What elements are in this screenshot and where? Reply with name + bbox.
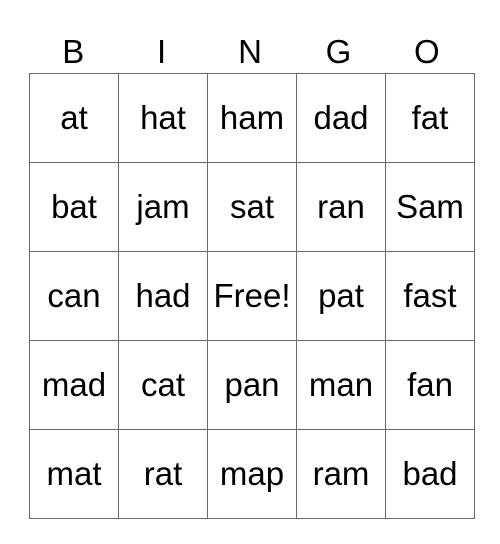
bingo-cell[interactable]: Sam: [385, 162, 475, 252]
bingo-cell[interactable]: bat: [29, 162, 119, 252]
header-letter: B: [62, 33, 85, 70]
grid-row: can had Free! pat fast: [29, 251, 475, 341]
bingo-cell[interactable]: man: [296, 340, 386, 430]
grid-row: mat rat map ram bad: [29, 429, 475, 519]
header-letter: O: [413, 33, 440, 70]
bingo-cell[interactable]: dad: [296, 73, 386, 163]
bingo-cell[interactable]: mad: [29, 340, 119, 430]
header-letter: N: [238, 33, 262, 70]
bingo-cell[interactable]: map: [207, 429, 297, 519]
grid-row: at hat ham dad fat: [29, 73, 475, 163]
header-letter: G: [325, 33, 352, 70]
bingo-cell[interactable]: sat: [207, 162, 297, 252]
bingo-cell[interactable]: rat: [118, 429, 208, 519]
bingo-header: B I N G O: [29, 30, 471, 73]
bingo-cell[interactable]: Free!: [207, 251, 297, 341]
bingo-cell[interactable]: had: [118, 251, 208, 341]
bingo-cell[interactable]: bad: [385, 429, 475, 519]
bingo-cell[interactable]: cat: [118, 340, 208, 430]
bingo-cell[interactable]: hat: [118, 73, 208, 163]
bingo-cell[interactable]: fast: [385, 251, 475, 341]
bingo-cell[interactable]: ram: [296, 429, 386, 519]
bingo-grid: at hat ham dad fat bat jam sat ran Sam can had Free!…: [29, 73, 475, 519]
bingo-cell[interactable]: ham: [207, 73, 297, 163]
bingo-cell[interactable]: pat: [296, 251, 386, 341]
bingo-cell[interactable]: pan: [207, 340, 297, 430]
bingo-cell[interactable]: mat: [29, 429, 119, 519]
bingo-cell[interactable]: jam: [118, 162, 208, 252]
bingo-cell[interactable]: fan: [385, 340, 475, 430]
bingo-cell[interactable]: fat: [385, 73, 475, 163]
bingo-cell[interactable]: at: [29, 73, 119, 163]
grid-row: bat jam sat ran Sam: [29, 162, 475, 252]
grid-row: mad cat pan man fan: [29, 340, 475, 430]
bingo-cell[interactable]: ran: [296, 162, 386, 252]
header-letter: I: [157, 33, 167, 70]
bingo-cell[interactable]: can: [29, 251, 119, 341]
